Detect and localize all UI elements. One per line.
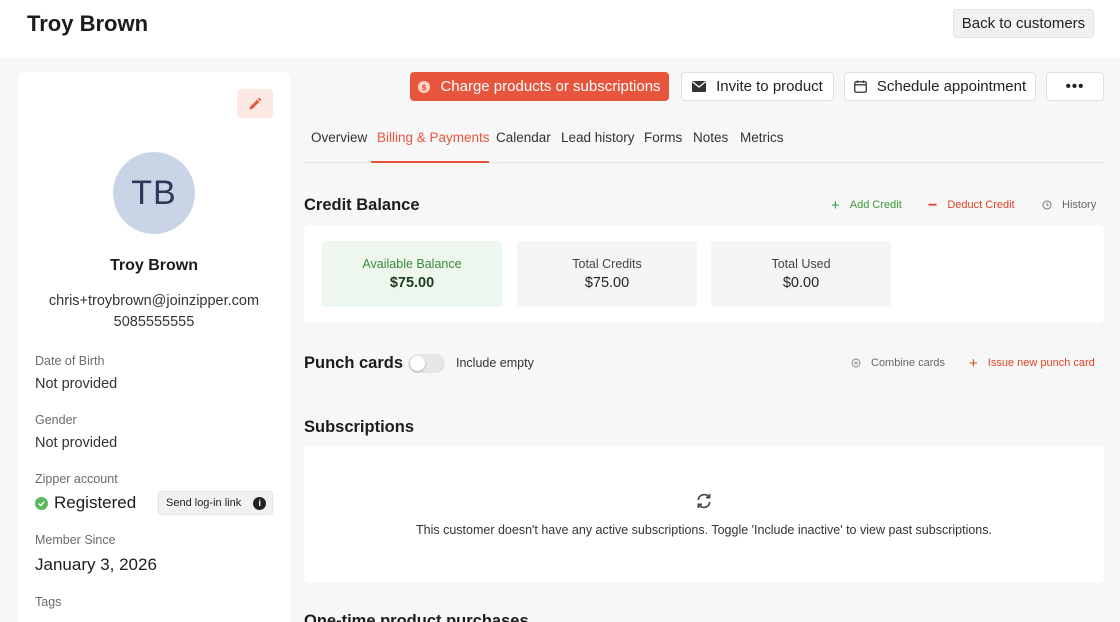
refresh-icon: [697, 493, 711, 509]
customer-email: chris+troybrown@joinzipper.com: [48, 293, 260, 309]
total-credits-label: Total Credits: [572, 257, 642, 271]
svg-text:$: $: [422, 83, 428, 92]
tab-notes[interactable]: Notes: [693, 130, 728, 145]
more-options-button[interactable]: •••: [1046, 72, 1104, 101]
top-bar: Troy Brown Back to customers: [0, 0, 1120, 58]
total-credits-value: $75.00: [584, 275, 630, 291]
charge-products-label: Charge products or subscriptions: [440, 78, 661, 95]
zipper-account-label: Zipper account: [35, 472, 118, 486]
edit-profile-button[interactable]: [237, 89, 273, 118]
plus-icon: +: [831, 196, 840, 214]
customer-profile-card: TB Troy Brown chris+troybrown@joinzipper…: [18, 72, 290, 622]
customer-tabs: Overview Billing & Payments Calendar Lea…: [304, 122, 1104, 163]
credit-history-button[interactable]: History: [1042, 199, 1096, 211]
toggle-knob: [410, 356, 425, 371]
tab-overview[interactable]: Overview: [311, 130, 367, 145]
include-empty-toggle[interactable]: [408, 354, 445, 373]
send-login-link-button[interactable]: Send log-in link i: [158, 491, 273, 515]
dob-label: Date of Birth: [35, 354, 105, 368]
issue-punch-card-label: Issue new punch card: [987, 357, 1095, 369]
customer-name: Troy Brown: [109, 257, 198, 274]
tab-billing-payments[interactable]: Billing & Payments: [377, 130, 490, 145]
combine-cards-button[interactable]: Combine cards: [851, 357, 945, 369]
deduct-credit-label: Deduct Credit: [947, 199, 1015, 211]
punch-cards-title: Punch cards: [304, 354, 404, 372]
dollar-coin-icon: $: [418, 80, 431, 93]
member-since-value: January 3, 2026: [35, 555, 157, 574]
issue-punch-card-button[interactable]: + Issue new punch card: [969, 354, 1095, 372]
total-used-card: Total Used $0.00: [711, 241, 891, 307]
active-tab-indicator: [371, 161, 489, 163]
tags-label: Tags: [35, 595, 62, 609]
charge-products-button[interactable]: $ Charge products or subscriptions: [410, 72, 669, 101]
history-label: History: [1062, 199, 1097, 211]
dob-value: Not provided: [35, 376, 118, 392]
plus-icon: +: [969, 354, 978, 372]
avatar: TB: [113, 152, 195, 234]
invite-to-product-button[interactable]: Invite to product: [681, 72, 834, 101]
available-balance-value: $75.00: [389, 275, 435, 291]
no-subscriptions-message: This customer doesn't have any active su…: [416, 523, 992, 537]
check-circle-icon: [35, 496, 48, 510]
subscriptions-title: Subscriptions: [304, 418, 415, 436]
send-login-link-label: Send log-in link: [166, 497, 242, 509]
schedule-appointment-button[interactable]: Schedule appointment: [844, 72, 1036, 101]
combine-icon: [851, 358, 861, 368]
schedule-label: Schedule appointment: [876, 78, 1027, 95]
pencil-icon: [249, 97, 262, 109]
envelope-icon: [692, 81, 707, 92]
gender-label: Gender: [35, 413, 77, 427]
one-time-purchases-title: One-time product purchases: [304, 612, 529, 622]
back-to-customers-button[interactable]: Back to customers: [953, 9, 1094, 38]
calendar-icon: [853, 80, 867, 93]
info-icon[interactable]: i: [253, 496, 267, 510]
total-used-value: $0.00: [782, 275, 820, 291]
registered-label: Registered: [54, 493, 137, 512]
invite-label: Invite to product: [716, 78, 823, 95]
total-used-label: Total Used: [771, 257, 831, 271]
credit-balance-title: Credit Balance: [304, 196, 420, 214]
available-balance-card: Available Balance $75.00: [322, 241, 502, 307]
page-title: Troy Brown: [27, 11, 149, 36]
gender-value: Not provided: [35, 435, 118, 451]
subscriptions-panel: This customer doesn't have any active su…: [304, 446, 1104, 583]
tab-forms[interactable]: Forms: [644, 130, 682, 145]
tab-calendar[interactable]: Calendar: [496, 130, 551, 145]
include-empty-label: Include empty: [456, 356, 534, 370]
total-credits-card: Total Credits $75.00: [517, 241, 697, 307]
tab-lead-history[interactable]: Lead history: [561, 130, 635, 145]
tab-metrics[interactable]: Metrics: [740, 130, 784, 145]
combine-cards-label: Combine cards: [871, 357, 945, 369]
member-since-label: Member Since: [35, 533, 116, 547]
customer-phone: 5085555555: [113, 314, 195, 330]
history-icon: [1042, 200, 1052, 210]
minus-icon: −: [928, 196, 938, 214]
credit-balance-panel: Available Balance $75.00 Total Credits $…: [304, 225, 1104, 323]
available-balance-label: Available Balance: [362, 257, 462, 271]
deduct-credit-button[interactable]: − Deduct Credit: [928, 196, 1015, 214]
add-credit-label: Add Credit: [849, 199, 902, 211]
add-credit-button[interactable]: + Add Credit: [831, 196, 902, 214]
registered-status: Registered: [35, 493, 136, 513]
